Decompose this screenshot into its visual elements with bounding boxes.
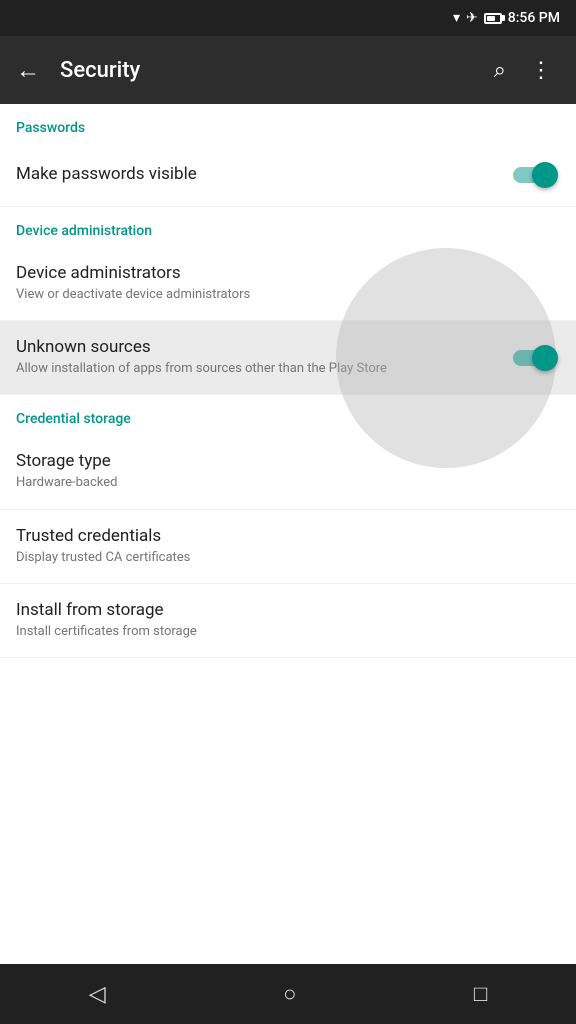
- make-passwords-visible-title: Make passwords visible: [16, 164, 490, 184]
- status-icons: ▾ ✈ 8:56 PM: [453, 10, 560, 26]
- section-passwords: Passwords Make passwords visible: [0, 104, 576, 207]
- make-passwords-visible-toggle[interactable]: [506, 160, 560, 190]
- airplane-icon: ✈: [466, 10, 478, 26]
- page-title: Security: [60, 58, 474, 83]
- status-bar: ▾ ✈ 8:56 PM: [0, 0, 576, 36]
- search-icon[interactable]: ⌕: [486, 50, 514, 91]
- unknown-sources-toggle[interactable]: [506, 343, 560, 373]
- storage-type-title: Storage type: [16, 451, 544, 471]
- trusted-credentials-item[interactable]: Trusted credentials Display trusted CA c…: [0, 510, 576, 584]
- install-from-storage-subtitle: Install certificates from storage: [16, 623, 544, 641]
- app-bar: ← Security ⌕ ⋮: [0, 36, 576, 104]
- section-credential-storage: Credential storage Storage type Hardware…: [0, 395, 576, 658]
- unknown-sources-subtitle: Allow installation of apps from sources …: [16, 360, 490, 378]
- storage-type-item[interactable]: Storage type Hardware-backed: [0, 435, 576, 509]
- toggle-knob: [532, 345, 558, 371]
- make-passwords-visible-item[interactable]: Make passwords visible: [0, 144, 576, 207]
- app-bar-actions: ⌕ ⋮: [486, 50, 560, 91]
- trusted-credentials-title: Trusted credentials: [16, 526, 544, 546]
- section-header-passwords: Passwords: [0, 104, 576, 144]
- nav-recent-button[interactable]: □: [454, 969, 507, 1019]
- more-options-icon[interactable]: ⋮: [522, 50, 560, 91]
- status-time: 8:56 PM: [508, 10, 560, 26]
- section-device-administration: Device administration Device administrat…: [0, 207, 576, 395]
- section-header-credential: Credential storage: [0, 395, 576, 435]
- device-administrators-title: Device administrators: [16, 263, 544, 283]
- device-administrators-subtitle: View or deactivate device administrators: [16, 286, 544, 304]
- trusted-credentials-subtitle: Display trusted CA certificates: [16, 549, 544, 567]
- nav-bar: ◁ ○ □: [0, 964, 576, 1024]
- section-header-device-admin: Device administration: [0, 207, 576, 247]
- nav-back-button[interactable]: ◁: [69, 970, 126, 1019]
- unknown-sources-title: Unknown sources: [16, 337, 490, 357]
- install-from-storage-title: Install from storage: [16, 600, 544, 620]
- unknown-sources-item[interactable]: Unknown sources Allow installation of ap…: [0, 321, 576, 395]
- wifi-icon: ▾: [453, 10, 460, 26]
- back-button[interactable]: ←: [8, 48, 48, 93]
- device-administrators-item[interactable]: Device administrators View or deactivate…: [0, 247, 576, 321]
- install-from-storage-item[interactable]: Install from storage Install certificate…: [0, 584, 576, 658]
- nav-home-button[interactable]: ○: [263, 969, 316, 1019]
- storage-type-subtitle: Hardware-backed: [16, 474, 544, 492]
- battery-icon: [484, 10, 502, 26]
- toggle-knob: [532, 162, 558, 188]
- settings-content: Passwords Make passwords visible Device …: [0, 104, 576, 964]
